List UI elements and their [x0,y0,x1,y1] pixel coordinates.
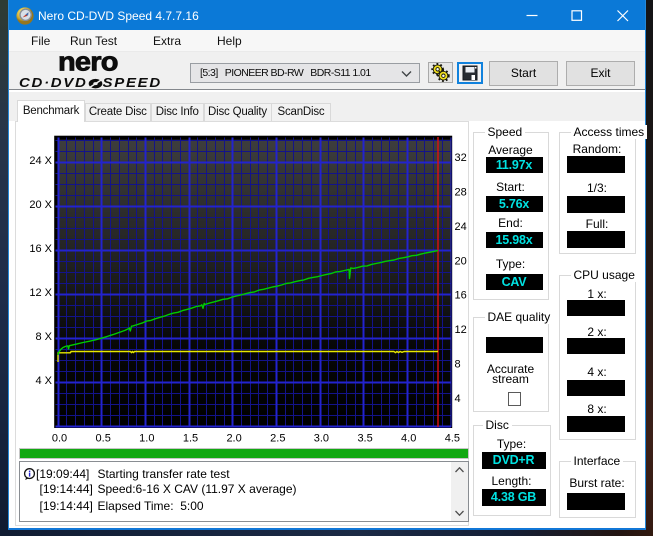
svg-text:16 X: 16 X [29,243,52,255]
svg-text:1.5: 1.5 [183,432,198,444]
svg-text:0.5: 0.5 [96,432,111,444]
svg-text:1.0: 1.0 [139,432,154,444]
svg-text:20: 20 [455,255,467,267]
svg-text:4.0: 4.0 [401,432,416,444]
svg-text:20 X: 20 X [29,199,52,211]
svg-text:32: 32 [455,152,467,164]
svg-text:16: 16 [455,290,467,302]
svg-text:28: 28 [455,187,467,199]
svg-text:12 X: 12 X [29,287,52,299]
svg-text:3.0: 3.0 [314,432,329,444]
svg-text:3.5: 3.5 [357,432,372,444]
svg-text:8 X: 8 X [35,331,52,343]
svg-text:4 X: 4 X [35,375,52,387]
svg-text:0.0: 0.0 [52,432,67,444]
svg-text:2.0: 2.0 [226,432,241,444]
svg-text:2.5: 2.5 [270,432,285,444]
svg-text:24 X: 24 X [29,155,52,167]
svg-text:4.5: 4.5 [445,432,460,444]
svg-text:24: 24 [455,221,467,233]
svg-text:12: 12 [455,324,467,336]
svg-text:8: 8 [455,359,461,371]
svg-text:4: 4 [455,393,461,405]
